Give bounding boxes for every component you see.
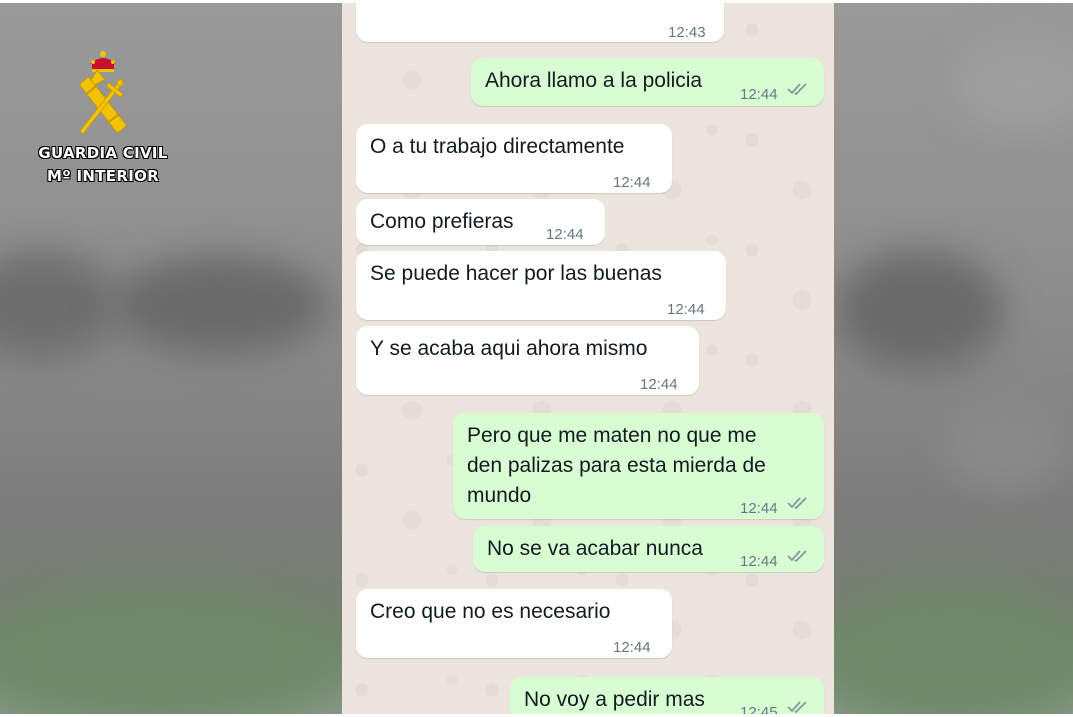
frame-edge-top xyxy=(0,0,1073,3)
message-incoming: Creo que no es necesario 12:44 xyxy=(356,589,672,658)
message-time: 12:44 xyxy=(640,376,678,393)
message-outgoing: Ahora llamo a la policia 12:44 xyxy=(471,58,824,106)
message-time: 12:44 xyxy=(613,174,651,191)
message-outgoing: Pero que me maten no que me den palizas … xyxy=(453,413,824,519)
message-time: 12:44 xyxy=(740,86,778,103)
message-outgoing: No se va acabar nunca 12:44 xyxy=(473,526,824,572)
message-time: 12:44 xyxy=(546,226,584,243)
message-incoming: 12:43 xyxy=(356,0,724,42)
emblem-title: GUARDIA CIVIL xyxy=(38,144,168,162)
read-receipt-icon xyxy=(787,83,807,96)
message-text: No se va acabar nunca xyxy=(487,537,703,560)
emblem-subtitle: Mº INTERIOR xyxy=(47,167,159,185)
message-outgoing: No voy a pedir mas 12:45 xyxy=(510,677,824,717)
message-text: Ahora llamo a la policia xyxy=(485,69,703,92)
message-time: 12:44 xyxy=(613,639,651,656)
read-receipt-icon xyxy=(787,701,807,714)
guardia-civil-emblem-icon xyxy=(79,51,127,135)
message-time: 12:43 xyxy=(668,24,706,41)
message-incoming: O a tu trabajo directamente 12:44 xyxy=(356,124,672,193)
message-text: Creo que no es necesario xyxy=(370,600,611,623)
message-text: Pero que me maten no que me den palizas … xyxy=(467,424,766,507)
chat-conversation[interactable]: 12:43 Ahora llamo a la policia 12:44 O a… xyxy=(342,0,834,717)
message-text: Como prefieras xyxy=(370,210,514,233)
message-text: Y se acaba aqui ahora mismo xyxy=(370,337,648,360)
message-incoming: Se puede hacer por las buenas 12:44 xyxy=(356,251,726,320)
message-text: Se puede hacer por las buenas xyxy=(370,262,662,285)
guardia-civil-logo: GUARDIA CIVIL Mº INTERIOR xyxy=(28,50,178,188)
message-time: 12:44 xyxy=(667,301,705,318)
message-incoming: Y se acaba aqui ahora mismo 12:44 xyxy=(356,326,699,395)
read-receipt-icon xyxy=(787,497,807,510)
read-receipt-icon xyxy=(787,550,807,563)
blurred-background-right xyxy=(834,0,1073,717)
message-text: O a tu trabajo directamente xyxy=(370,135,625,158)
message-text: No voy a pedir mas xyxy=(524,688,705,711)
message-time: 12:44 xyxy=(740,553,778,570)
message-time: 12:44 xyxy=(740,500,778,517)
message-incoming: Como prefieras 12:44 xyxy=(356,199,605,245)
